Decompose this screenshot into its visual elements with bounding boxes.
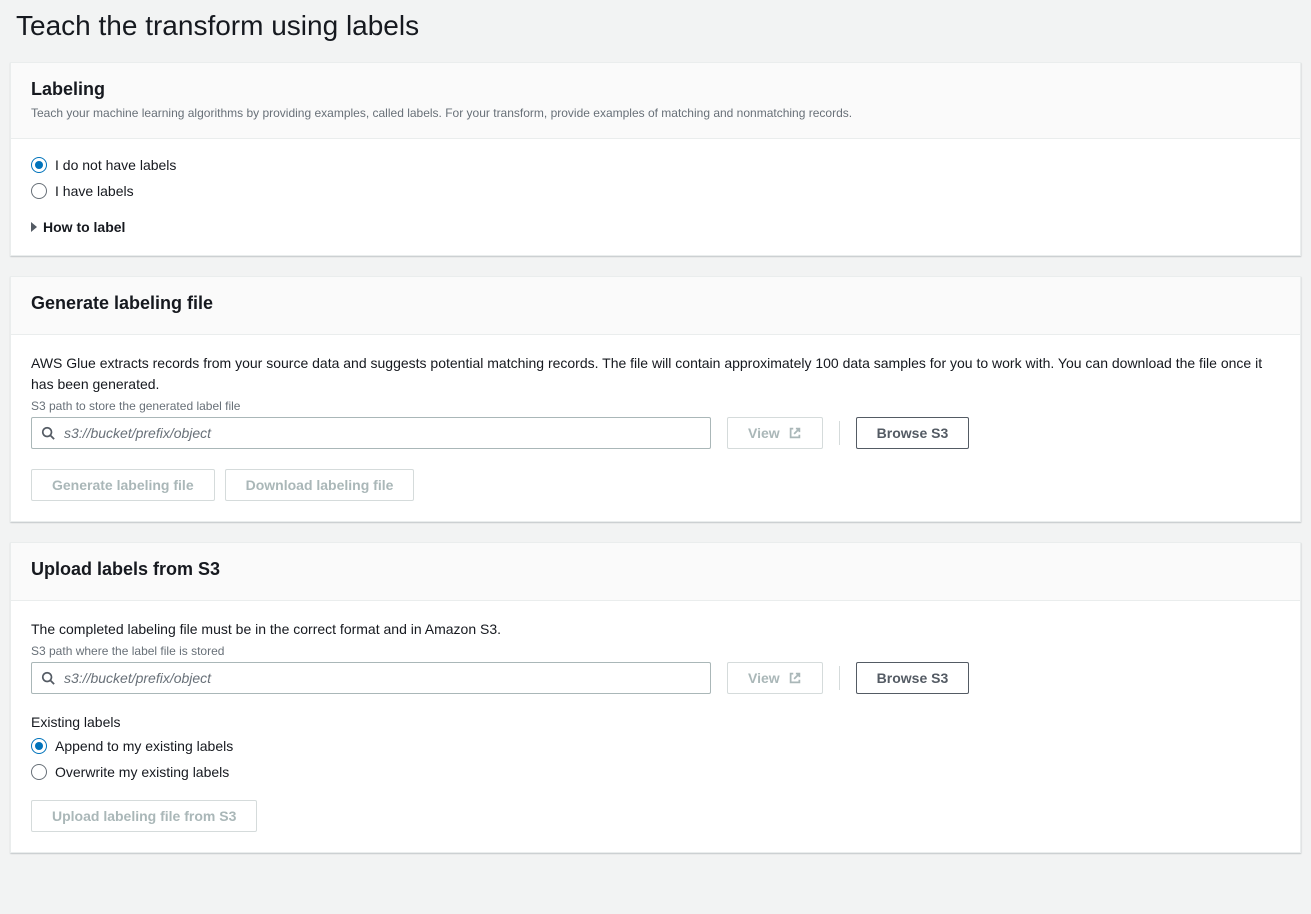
radio-have-labels[interactable]: I have labels: [31, 183, 1280, 199]
divider: [839, 421, 840, 445]
download-file-button-text: Download labeling file: [246, 477, 394, 493]
search-icon: [41, 426, 55, 440]
generate-s3-label: S3 path to store the generated label fil…: [31, 399, 1280, 413]
view-button-text: View: [748, 425, 780, 441]
upload-panel-header: Upload labels from S3: [11, 543, 1300, 601]
generate-panel-header: Generate labeling file: [11, 277, 1300, 335]
generate-button-row: Generate labeling file Download labeling…: [31, 469, 1280, 501]
upload-file-button[interactable]: Upload labeling file from S3: [31, 800, 257, 832]
upload-button-row: Upload labeling file from S3: [31, 800, 1280, 832]
how-to-label-text: How to label: [43, 219, 125, 235]
generate-file-button-text: Generate labeling file: [52, 477, 194, 493]
generate-browse-button[interactable]: Browse S3: [856, 417, 970, 449]
search-icon: [41, 671, 55, 685]
generate-panel: Generate labeling file AWS Glue extracts…: [10, 276, 1301, 522]
labeling-radio-group: I do not have labels I have labels: [31, 157, 1280, 199]
radio-icon: [31, 157, 47, 173]
existing-labels-title: Existing labels: [31, 714, 1280, 730]
upload-view-button[interactable]: View: [727, 662, 823, 694]
view-button-text: View: [748, 670, 780, 686]
radio-overwrite-text: Overwrite my existing labels: [55, 764, 229, 780]
caret-right-icon: [31, 222, 37, 232]
existing-labels-radio-group: Append to my existing labels Overwrite m…: [31, 738, 1280, 780]
generate-s3-input-wrapper: [31, 417, 711, 449]
generate-s3-input[interactable]: [31, 417, 711, 449]
labeling-panel: Labeling Teach your machine learning alg…: [10, 62, 1301, 256]
radio-icon: [31, 183, 47, 199]
radio-append-text: Append to my existing labels: [55, 738, 233, 754]
radio-no-labels-text: I do not have labels: [55, 157, 176, 173]
radio-append[interactable]: Append to my existing labels: [31, 738, 1280, 754]
upload-panel-body: The completed labeling file must be in t…: [11, 601, 1300, 852]
upload-title: Upload labels from S3: [31, 559, 1280, 580]
generate-input-row: View Browse S3: [31, 417, 1280, 449]
labeling-description: Teach your machine learning algorithms b…: [31, 104, 1280, 122]
browse-button-text: Browse S3: [877, 425, 949, 441]
radio-icon: [31, 738, 47, 754]
divider: [839, 666, 840, 690]
upload-file-button-text: Upload labeling file from S3: [52, 808, 236, 824]
upload-panel: Upload labels from S3 The completed labe…: [10, 542, 1301, 853]
radio-icon: [31, 764, 47, 780]
upload-s3-input-wrapper: [31, 662, 711, 694]
page-title: Teach the transform using labels: [10, 10, 1301, 42]
how-to-label-toggle[interactable]: How to label: [31, 219, 1280, 235]
generate-description: AWS Glue extracts records from your sour…: [31, 353, 1280, 395]
generate-view-button[interactable]: View: [727, 417, 823, 449]
labeling-panel-header: Labeling Teach your machine learning alg…: [11, 63, 1300, 139]
browse-button-text: Browse S3: [877, 670, 949, 686]
labeling-title: Labeling: [31, 79, 1280, 100]
radio-have-labels-text: I have labels: [55, 183, 134, 199]
external-link-icon: [788, 671, 802, 685]
generate-panel-body: AWS Glue extracts records from your sour…: [11, 335, 1300, 521]
upload-s3-input[interactable]: [31, 662, 711, 694]
generate-file-button[interactable]: Generate labeling file: [31, 469, 215, 501]
download-file-button[interactable]: Download labeling file: [225, 469, 415, 501]
generate-title: Generate labeling file: [31, 293, 1280, 314]
external-link-icon: [788, 426, 802, 440]
upload-input-row: View Browse S3: [31, 662, 1280, 694]
radio-no-labels[interactable]: I do not have labels: [31, 157, 1280, 173]
upload-description: The completed labeling file must be in t…: [31, 619, 1280, 640]
radio-overwrite[interactable]: Overwrite my existing labels: [31, 764, 1280, 780]
upload-s3-label: S3 path where the label file is stored: [31, 644, 1280, 658]
labeling-panel-body: I do not have labels I have labels How t…: [11, 139, 1300, 255]
upload-browse-button[interactable]: Browse S3: [856, 662, 970, 694]
